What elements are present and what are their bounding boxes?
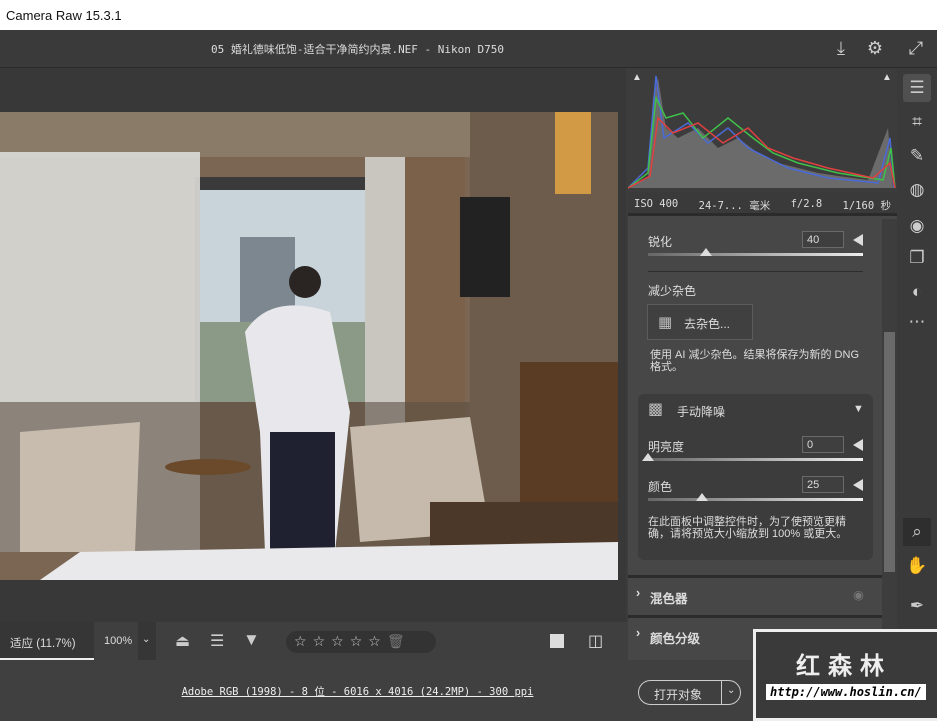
histogram: ▲ ▲ [627, 68, 897, 192]
chevron-right-icon: › [636, 586, 641, 600]
app-title-bar: Camera Raw 15.3.1 [0, 0, 937, 30]
crop-icon[interactable]: ⌗ [903, 108, 931, 136]
collapse-triangle-icon[interactable]: ▼ [853, 403, 864, 415]
filmstrip-icon[interactable]: ⏏ [175, 631, 190, 651]
luminance-reset-icon[interactable] [853, 439, 863, 451]
slider-thumb[interactable] [642, 453, 654, 461]
header-bar: 05 婚礼德味低饱-适合干净简约内景.NEF - Nikon D750 ⤓ ⚙ … [0, 30, 937, 68]
luminance-slider[interactable] [642, 453, 863, 461]
denoise-note: 使用 AI 减少杂色。结果将保存为新的 DNG 格式。 [650, 349, 860, 373]
manual-noise-card: ▩ 手动降噪 ▼ 明亮度 0 颜色 25 在此面板中调整控件时，为了使预览更精确… [638, 394, 873, 560]
slider-thumb[interactable] [695, 493, 708, 501]
noise-pattern-icon: ▩ [648, 401, 664, 418]
hand-icon[interactable]: ✋ [903, 552, 931, 580]
histogram-graph [627, 75, 896, 189]
manual-noise-heading: 手动降噪 [677, 405, 726, 419]
divider [648, 271, 863, 272]
section-label: 混色器 [650, 592, 688, 606]
snapshots-icon[interactable]: ❐ [903, 244, 931, 272]
eye-icon[interactable]: ◉ [853, 587, 864, 602]
edit-panel: ▲ ▲ ISO 400 24-7... 毫米 f/2.8 1/160 秒 锐化 … [627, 68, 897, 660]
more-icon[interactable]: ⋯ [903, 308, 931, 336]
slider-thumb[interactable] [700, 248, 713, 256]
exif-bar: ISO 400 24-7... 毫米 f/2.8 1/160 秒 [628, 192, 897, 216]
healing-icon[interactable]: ✎ [903, 142, 931, 170]
open-object-label: 打开对象 [654, 688, 703, 702]
color-noise-slider[interactable] [648, 493, 863, 501]
color-sampler-icon[interactable]: ✒ [903, 592, 931, 620]
star-icon[interactable]: ☆ [350, 633, 369, 649]
filter-icon[interactable]: ▼ [243, 630, 260, 650]
app-title: Camera Raw 15.3.1 [6, 8, 122, 23]
iso: ISO 400 [634, 198, 679, 210]
trash-icon[interactable]: 🗑 [387, 633, 411, 649]
sharpen-reset-icon[interactable] [853, 234, 863, 246]
star-icon[interactable]: ☆ [368, 633, 387, 649]
fullscreen-icon[interactable]: ⤢ [905, 38, 927, 60]
rating-stars[interactable]: ☆☆☆☆☆🗑 [286, 631, 436, 653]
shadow-clip-icon[interactable]: ▲ [632, 72, 642, 83]
watermark-url: http://www.hoslin.cn/ [766, 684, 926, 700]
presets-icon[interactable]: ◐ [903, 278, 931, 306]
open-object-button[interactable]: 打开对象 ⌄ [638, 680, 741, 705]
gear-icon[interactable]: ⚙ [864, 38, 886, 60]
fit-zoom-tab[interactable]: 适应 (11.7%) [0, 622, 94, 660]
tool-strip: ☰ ⌗ ✎ ◍ ◉ ❐ ◐ ⋯ ⌕ ✋ ✒ ▦ [897, 68, 937, 660]
preview-note: 在此面板中调整控件时，为了使预览更精确，请将预览大小缩放到 100% 或更大。 [648, 516, 848, 540]
luminance-value[interactable]: 0 [802, 436, 844, 453]
watermark: 红森林 http://www.hoslin.cn/ [753, 629, 937, 721]
red-eye-icon[interactable]: ◉ [903, 212, 931, 240]
chevron-right-icon: › [636, 626, 641, 640]
photo-preview[interactable] [0, 112, 618, 580]
star-icon[interactable]: ☆ [331, 633, 350, 649]
section-mixer[interactable]: › 混色器 ◉ [628, 575, 882, 613]
photo-image [0, 112, 618, 580]
color-noise-label: 颜色 [648, 480, 673, 494]
mask-icon[interactable]: ◍ [903, 176, 931, 204]
color-noise-value[interactable]: 25 [802, 476, 844, 493]
panel-scrollbar[interactable] [882, 219, 897, 660]
file-title: 05 婚礼德味低饱-适合干净简约内景.NEF - Nikon D750 [210, 43, 505, 56]
save-icon[interactable]: ⤓ [830, 38, 852, 60]
edit-sliders-icon[interactable]: ☰ [903, 74, 931, 102]
noise-reduction-heading: 减少杂色 [648, 284, 697, 298]
shutter-speed: 1/160 秒 [842, 200, 891, 212]
zoom-100-tab[interactable]: 100% [94, 622, 138, 660]
split-view-icon[interactable]: ◫ [588, 631, 603, 651]
denoise-button[interactable]: ▦ 去杂色... [647, 304, 753, 340]
zoom-icon[interactable]: ⌕ [903, 518, 931, 546]
watermark-name: 红森林 [796, 653, 892, 680]
sharpen-slider[interactable] [648, 248, 863, 256]
scrollbar-thumb[interactable] [884, 332, 895, 572]
zoom-dropdown-icon[interactable]: ⌄ [138, 622, 156, 660]
bottom-toolbar: 适应 (11.7%) 100% ⌄ ⏏ ☰ ▼ ☆☆☆☆☆🗑 ◫ [0, 622, 628, 660]
sort-icon[interactable]: ☰ [210, 631, 224, 651]
star-icon[interactable]: ☆ [313, 633, 332, 649]
star-icon[interactable]: ☆ [294, 633, 313, 649]
chevron-down-icon[interactable]: ⌄ [721, 681, 735, 704]
before-after-toggle-icon[interactable] [550, 634, 564, 648]
highlight-clip-icon[interactable]: ▲ [882, 72, 892, 83]
aperture: f/2.8 [790, 198, 823, 210]
denoise-icon: ▦ [658, 314, 673, 331]
sharpen-label: 锐化 [648, 235, 673, 249]
denoise-label: 去杂色... [684, 317, 731, 331]
workflow-options-link[interactable]: Adobe RGB (1998) - 8 位 - 6016 x 4016 (24… [0, 684, 715, 699]
color-noise-reset-icon[interactable] [853, 479, 863, 491]
focal-length: 24-7... 毫米 [698, 200, 771, 212]
sharpen-value[interactable]: 40 [802, 231, 844, 248]
section-label: 颜色分级 [650, 632, 701, 646]
